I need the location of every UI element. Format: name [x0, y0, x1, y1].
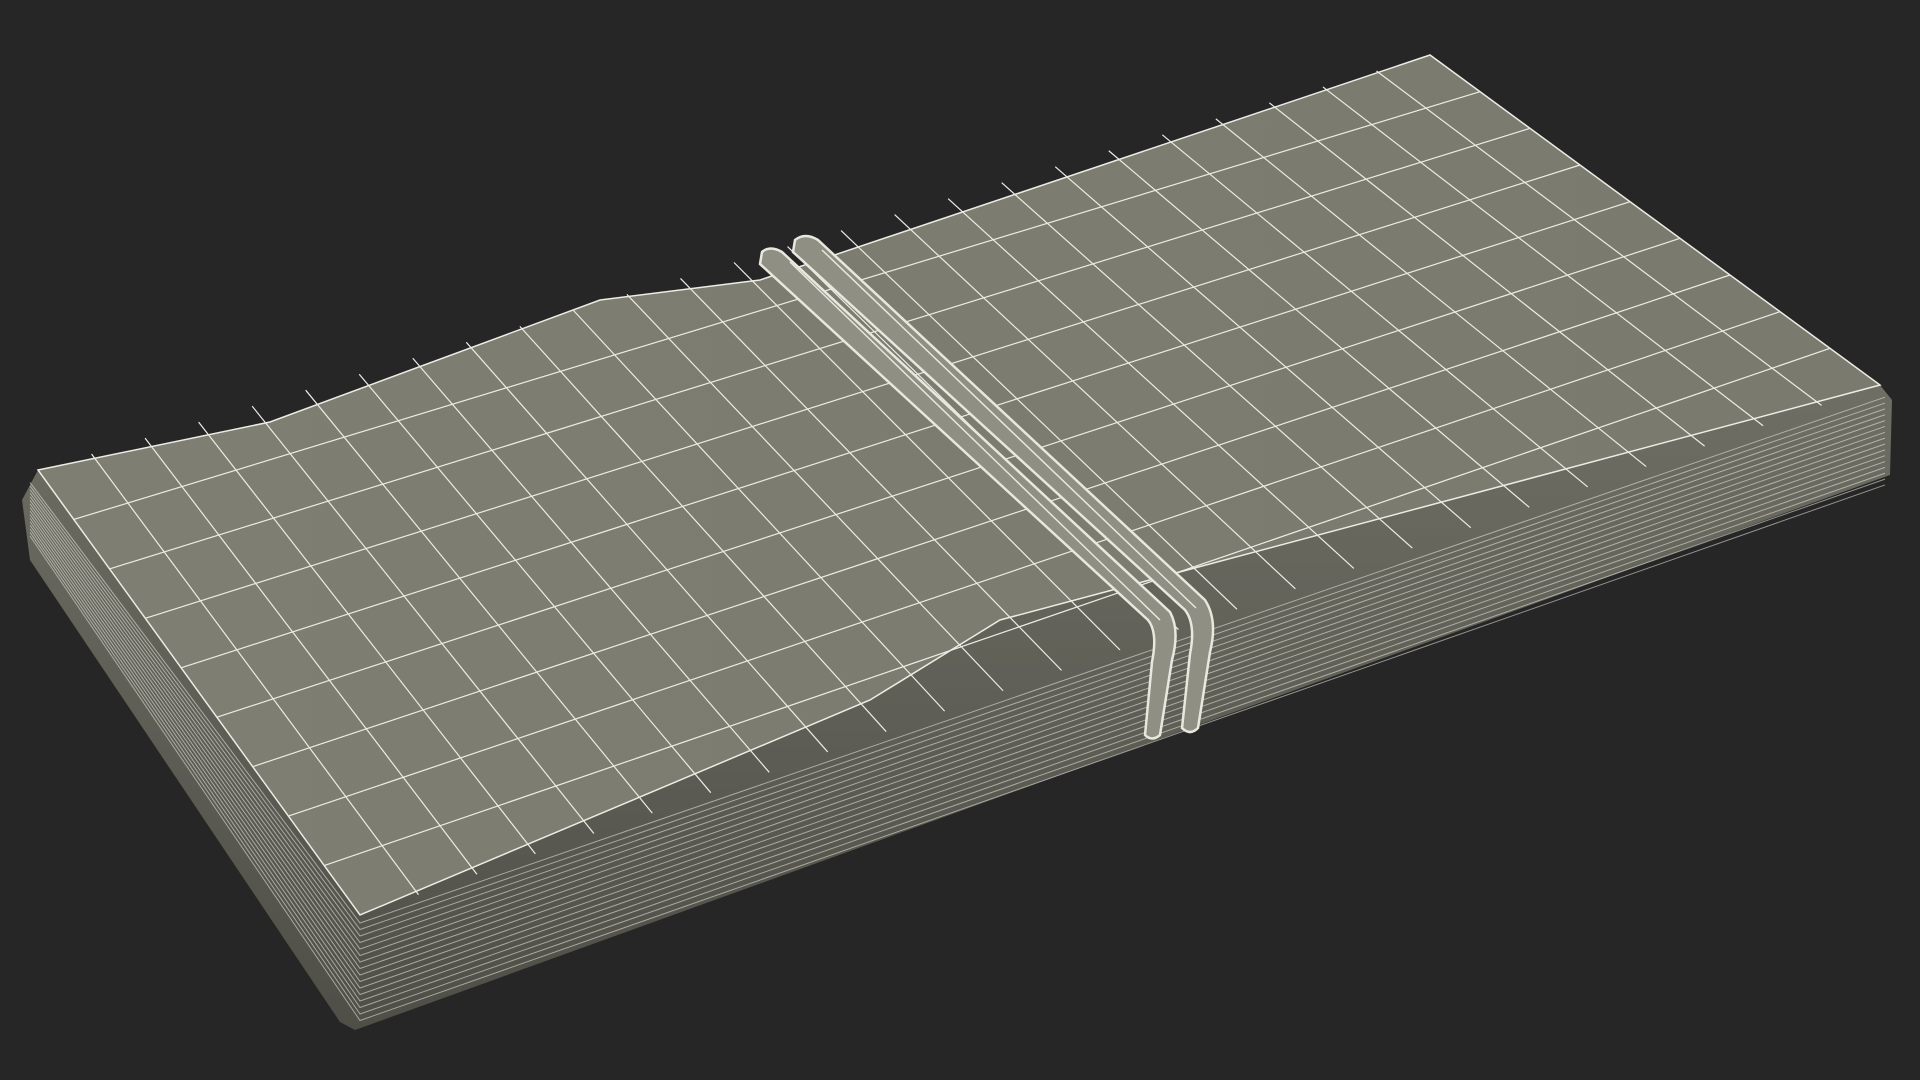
banknote-stack-wireframe-render — [22, 54, 1892, 1030]
render-viewport[interactable] — [0, 0, 1920, 1080]
